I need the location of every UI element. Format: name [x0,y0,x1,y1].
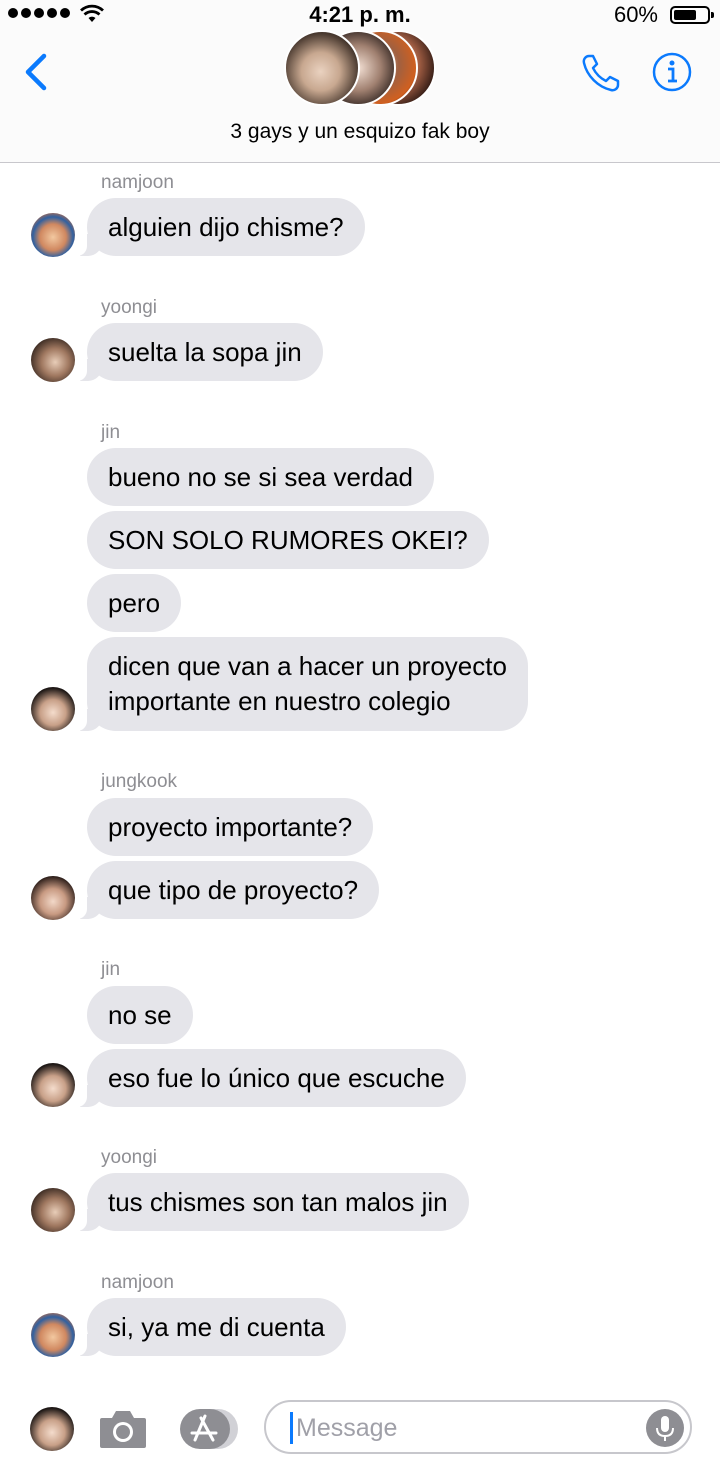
message-bubble[interactable]: no se [87,986,193,1044]
group-member-avatar [284,30,360,106]
input-bar: Message [0,1390,720,1464]
sender-name: namjoon [101,1272,174,1293]
phone-icon[interactable] [580,52,622,94]
avatar[interactable] [31,1313,75,1357]
avatar[interactable] [31,1063,75,1107]
message-text: dicen que van a hacer un proyecto [108,651,507,681]
avatar[interactable] [31,1188,75,1232]
message-bubble[interactable]: tus chismes son tan malos jin [75,1173,469,1231]
sender-name: jin [101,959,121,980]
conversation-header: 4:21 p. m. 60% 3 gays y un esquizo fak b… [0,0,720,163]
avatar[interactable] [31,213,75,257]
sender-name: jungkook [101,771,178,792]
battery-icon [670,6,714,24]
message-text: no se [108,999,172,1030]
message-text: que tipo de proyecto? [108,874,359,905]
text-cursor [290,1412,293,1444]
camera-icon[interactable] [98,1408,148,1450]
sender-name: jin [101,422,121,443]
status-bar: 4:21 p. m. 60% [0,0,720,30]
info-icon[interactable] [652,52,692,92]
group-name[interactable]: 3 gays y un esquizo fak boy [0,120,720,144]
message-text: alguien dijo chisme? [108,211,344,242]
message-bubble[interactable]: bueno no se si sea verdad [87,448,434,506]
message-text: importante en nuestro colegio [108,686,451,716]
message-text: si, ya me di cuenta [108,1311,325,1342]
battery-percent: 60% [613,2,658,27]
back-chevron-icon[interactable] [20,52,50,92]
sender-name: yoongi [101,1147,157,1168]
message-input[interactable]: Message [264,1400,692,1454]
message-text: suelta la sopa jin [108,336,302,367]
message-bubble[interactable]: pero [87,574,182,632]
message-bubble[interactable]: SON SOLO RUMORES OKEI? [87,511,489,569]
status-time: 4:21 p. m. [309,2,411,27]
mic-glyph [656,1416,674,1441]
message-bubble[interactable]: si, ya me di cuenta [75,1298,346,1356]
message-bubble[interactable]: suelta la sopa jin [75,323,323,381]
message-text: proyecto importante? [108,811,353,842]
avatar[interactable] [31,876,75,920]
app-store-icon[interactable] [178,1407,240,1451]
message-text: tus chismes son tan malos jin [108,1186,448,1217]
message-text: bueno no se si sea verdad [108,461,413,492]
sender-name: namjoon [101,172,174,193]
group-avatar-stack[interactable] [284,30,444,106]
message-bubble[interactable]: proyecto importante? [87,798,374,856]
message-bubble[interactable]: alguien dijo chisme? [75,198,365,256]
message-bubble[interactable]: eso fue lo único que escuche [75,1049,466,1107]
message-text: pero [108,587,161,618]
message-placeholder: Message [296,1414,398,1442]
mic-icon[interactable] [646,1409,684,1447]
message-bubble[interactable]: que tipo de proyecto? [74,861,380,919]
message-text: eso fue lo único que escuche [108,1062,445,1093]
message-text: SON SOLO RUMORES OKEI? [108,524,468,555]
avatar[interactable] [31,338,75,382]
sender-name: yoongi [101,297,157,318]
my-avatar[interactable] [30,1407,74,1451]
avatar[interactable] [31,687,75,731]
message-bubble[interactable]: dicen que van a hacer un proyecto import… [75,637,528,731]
